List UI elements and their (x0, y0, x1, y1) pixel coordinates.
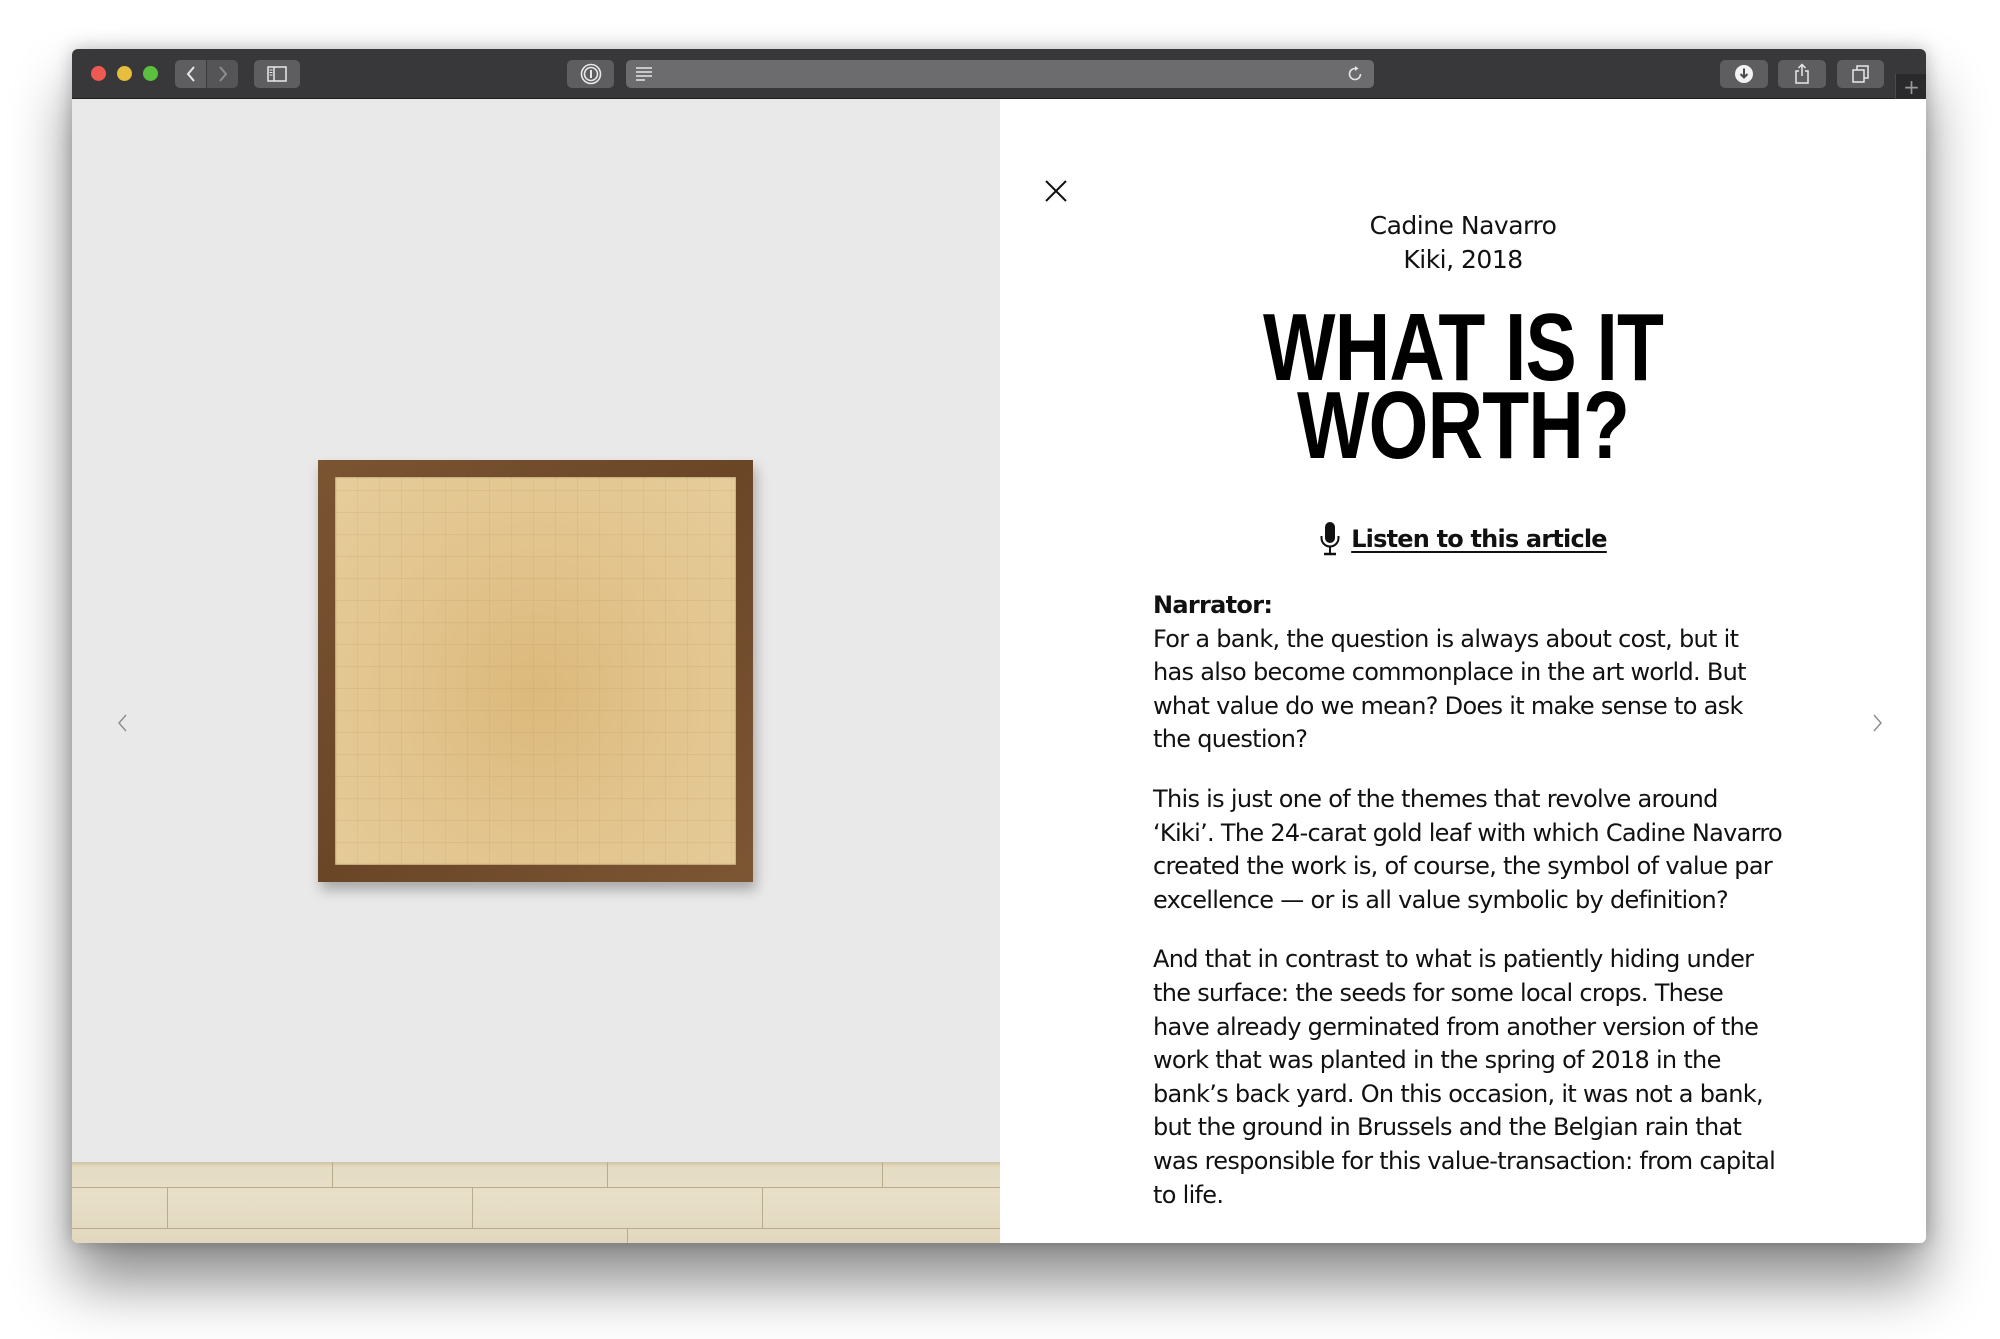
forward-button[interactable] (207, 60, 238, 88)
window-zoom-button[interactable] (143, 66, 158, 81)
listen-label: Listen to this article (1351, 525, 1607, 553)
tabs-icon (1851, 65, 1869, 83)
listen-to-article-link[interactable]: Listen to this article (1319, 521, 1608, 557)
page-content: Cadine Navarro Kiki, 2018 WHAT IS IT WOR… (72, 99, 1926, 1243)
chevron-right-icon (218, 66, 227, 82)
download-icon (1735, 65, 1753, 83)
browser-toolbar: + (72, 49, 1926, 99)
article-body: Narrator: For a bank, the question is al… (1153, 589, 1783, 1243)
previous-artwork-button[interactable] (111, 711, 135, 735)
article-paragraph: A work of art as life insurance. To be p… (1153, 1238, 1783, 1243)
article-panel: Cadine Navarro Kiki, 2018 WHAT IS IT WOR… (1000, 99, 1926, 1243)
artwork-image (318, 460, 753, 882)
browser-window: + Cadine Navarro Kiki, 2018 WHAT IS IT W… (72, 49, 1926, 1243)
share-icon (1795, 63, 1809, 84)
window-minimize-button[interactable] (117, 66, 132, 81)
1password-icon (580, 63, 601, 85)
chevron-left-icon (118, 714, 127, 732)
headline-line: WORTH? (1296, 372, 1630, 479)
sidebar-icon (267, 66, 287, 82)
next-artwork-button[interactable] (1865, 711, 1889, 735)
artwork-viewer (72, 99, 1000, 1243)
share-button[interactable] (1778, 60, 1826, 88)
article-paragraph: Narrator: For a bank, the question is al… (1153, 589, 1783, 757)
listen-section: Listen to this article (1000, 521, 1926, 557)
article-headline: WHAT IS IT WORTH? (1000, 300, 1926, 479)
downloads-button[interactable] (1720, 60, 1768, 88)
chevron-left-icon (186, 66, 195, 82)
reload-icon[interactable] (1346, 65, 1364, 87)
password-manager-button[interactable] (567, 60, 614, 88)
close-icon (1045, 180, 1067, 202)
chevron-right-icon (1873, 714, 1882, 732)
address-bar[interactable] (626, 60, 1374, 88)
gold-leaf-surface (335, 477, 736, 865)
window-close-button[interactable] (91, 66, 106, 81)
close-article-button[interactable] (1043, 178, 1069, 204)
article-paragraph: And that in contrast to what is patientl… (1153, 945, 1776, 1209)
reader-icon[interactable] (635, 66, 653, 86)
article-paragraph: This is just one of the themes that revo… (1153, 784, 1783, 914)
artist-name: Cadine Navarro (1369, 211, 1557, 240)
paragraph-text: For a bank, the question is always about… (1153, 624, 1747, 754)
tab-overview-button[interactable] (1837, 60, 1884, 88)
floor (72, 1162, 1000, 1243)
artwork-title: Kiki, 2018 (1403, 245, 1523, 274)
back-button[interactable] (175, 60, 206, 88)
new-tab-button[interactable]: + (1895, 74, 1926, 99)
narrator-label: Narrator: (1153, 591, 1273, 619)
sidebar-toggle-button[interactable] (254, 60, 300, 88)
microphone-icon (1320, 522, 1340, 556)
